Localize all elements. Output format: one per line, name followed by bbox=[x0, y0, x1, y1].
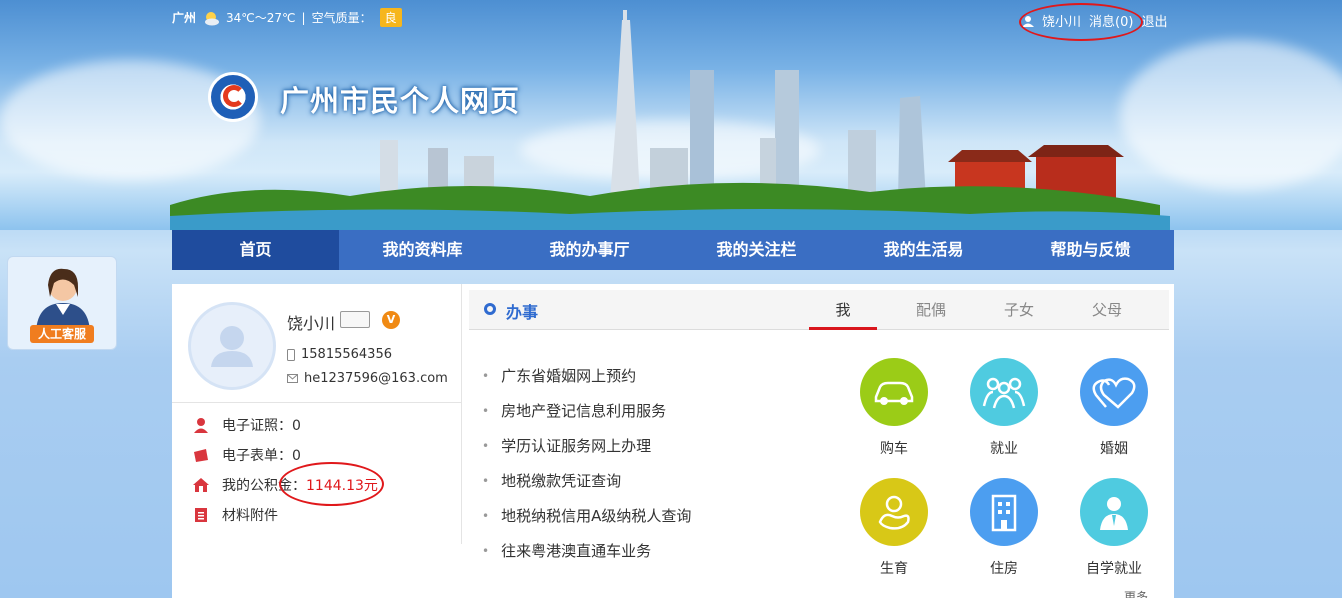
email-address: he1237596@163.com bbox=[304, 371, 448, 386]
divider bbox=[172, 402, 462, 403]
list-item[interactable]: 学历认证服务网上办理 bbox=[482, 428, 691, 463]
building-icon bbox=[970, 478, 1038, 546]
service-name: 就业 bbox=[990, 441, 1018, 457]
service-employment[interactable]: 就业 bbox=[969, 358, 1039, 458]
city-name[interactable]: 广州 bbox=[172, 9, 196, 26]
main-nav: 首页 我的资料库 我的办事厅 我的关注栏 我的生活易 帮助与反馈 bbox=[172, 230, 1174, 270]
document-icon bbox=[195, 508, 207, 522]
list-item[interactable]: 地税纳税信用A级纳税人查询 bbox=[482, 498, 691, 533]
nav-home[interactable]: 首页 bbox=[172, 230, 339, 270]
baby-icon bbox=[860, 478, 928, 546]
phone-number: 15815564356 bbox=[301, 347, 392, 362]
profile-card: 饶小川 V 15815564356 he1237596@163.com 电子证照… bbox=[172, 284, 462, 544]
affairs-section: 办事 我 配偶 子女 父母 广东省婚姻网上预约 房地产登记信息利用服务 学历认证… bbox=[469, 290, 1169, 577]
main-panel: 饶小川 V 15815564356 he1237596@163.com 电子证照… bbox=[172, 284, 1174, 598]
id-card-icon bbox=[340, 311, 370, 328]
service-marriage[interactable]: 婚姻 bbox=[1079, 358, 1149, 458]
phone-icon bbox=[287, 348, 295, 361]
nav-my-library[interactable]: 我的资料库 bbox=[339, 230, 506, 270]
avatar[interactable] bbox=[188, 302, 276, 390]
service-childbirth[interactable]: 生育 bbox=[859, 478, 929, 578]
service-name: 自学就业 bbox=[1086, 561, 1142, 577]
air-quality-label: 空气质量： bbox=[311, 11, 372, 25]
weather-icon bbox=[205, 11, 220, 25]
tab-children[interactable]: 子女 bbox=[985, 299, 1053, 320]
service-self-employment[interactable]: 自学就业 bbox=[1079, 478, 1149, 578]
stat-e-certificates[interactable]: 电子证照：0 bbox=[192, 415, 301, 435]
stat-label: 材料附件 bbox=[222, 508, 278, 524]
vip-badge: V bbox=[382, 311, 400, 329]
hearts-icon bbox=[1080, 358, 1148, 426]
profile-email: he1237596@163.com bbox=[287, 371, 448, 386]
customer-service-button[interactable]: 人工客服 bbox=[7, 256, 117, 350]
affairs-title: 办事 bbox=[506, 303, 539, 322]
affairs-tabs: 办事 我 配偶 子女 父母 bbox=[469, 290, 1169, 330]
nav-my-follow[interactable]: 我的关注栏 bbox=[673, 230, 840, 270]
list-item[interactable]: 地税缴款凭证查询 bbox=[482, 463, 691, 498]
logo-mark bbox=[223, 85, 245, 107]
logout-link[interactable]: 退出 bbox=[1141, 11, 1167, 30]
car-icon bbox=[860, 358, 928, 426]
tab-parents[interactable]: 父母 bbox=[1073, 299, 1141, 320]
service-housing[interactable]: 住房 bbox=[969, 478, 1039, 578]
air-quality-badge: 良 bbox=[379, 8, 402, 27]
stat-label: 电子表单： bbox=[222, 448, 292, 464]
service-name: 婚姻 bbox=[1100, 441, 1128, 457]
service-name: 生育 bbox=[880, 561, 908, 577]
mail-icon bbox=[287, 374, 298, 383]
list-item[interactable]: 房地产登记信息利用服务 bbox=[482, 393, 691, 428]
profile-name: 饶小川 bbox=[287, 314, 336, 333]
tab-spouse[interactable]: 配偶 bbox=[897, 299, 965, 320]
people-icon bbox=[970, 358, 1038, 426]
avatar-placeholder-icon bbox=[211, 326, 253, 367]
list-item[interactable]: 广东省婚姻网上预约 bbox=[482, 358, 691, 393]
tab-me[interactable]: 我 bbox=[809, 299, 877, 330]
service-car[interactable]: 购车 bbox=[859, 358, 929, 458]
stat-value: 0 bbox=[292, 418, 301, 434]
agent-icon bbox=[36, 268, 90, 331]
nav-my-office[interactable]: 我的办事厅 bbox=[506, 230, 673, 270]
certificate-icon bbox=[194, 418, 208, 433]
site-title: 广州市民个人网页 bbox=[280, 84, 521, 118]
nav-my-life[interactable]: 我的生活易 bbox=[840, 230, 1007, 270]
temperature-range: 34℃～27℃ bbox=[226, 11, 296, 25]
more-link[interactable]: 更多 bbox=[1124, 588, 1148, 598]
weather-bar: 广州 34℃～27℃ | 空气质量： 良 bbox=[172, 8, 402, 27]
stat-attachments[interactable]: 材料附件 bbox=[192, 505, 278, 525]
list-item[interactable]: 往来粤港澳直通车业务 bbox=[482, 533, 691, 568]
stat-label: 电子证照： bbox=[222, 418, 292, 434]
person-icon bbox=[1080, 478, 1148, 546]
section-dot-icon bbox=[484, 303, 496, 315]
annotation-circle bbox=[279, 462, 384, 506]
profile-phone: 15815564356 bbox=[287, 347, 392, 362]
nav-help-feedback[interactable]: 帮助与反馈 bbox=[1007, 230, 1174, 270]
header-banner: 广州 34℃～27℃ | 空气质量： 良 饶小川 消息(0) 退出 广州市民个人… bbox=[0, 0, 1342, 230]
affairs-list: 广东省婚姻网上预约 房地产登记信息利用服务 学历认证服务网上办理 地税缴款凭证查… bbox=[482, 358, 691, 568]
separator: | bbox=[301, 10, 306, 25]
stat-value: 0 bbox=[292, 448, 301, 464]
form-icon bbox=[194, 449, 208, 462]
stat-e-forms[interactable]: 电子表单：0 bbox=[192, 445, 301, 465]
customer-service-label: 人工客服 bbox=[30, 325, 94, 343]
service-name: 住房 bbox=[990, 561, 1018, 577]
house-icon bbox=[193, 478, 209, 492]
annotation-circle bbox=[1019, 3, 1143, 41]
service-name: 购车 bbox=[880, 441, 908, 457]
site-logo[interactable] bbox=[208, 72, 258, 122]
